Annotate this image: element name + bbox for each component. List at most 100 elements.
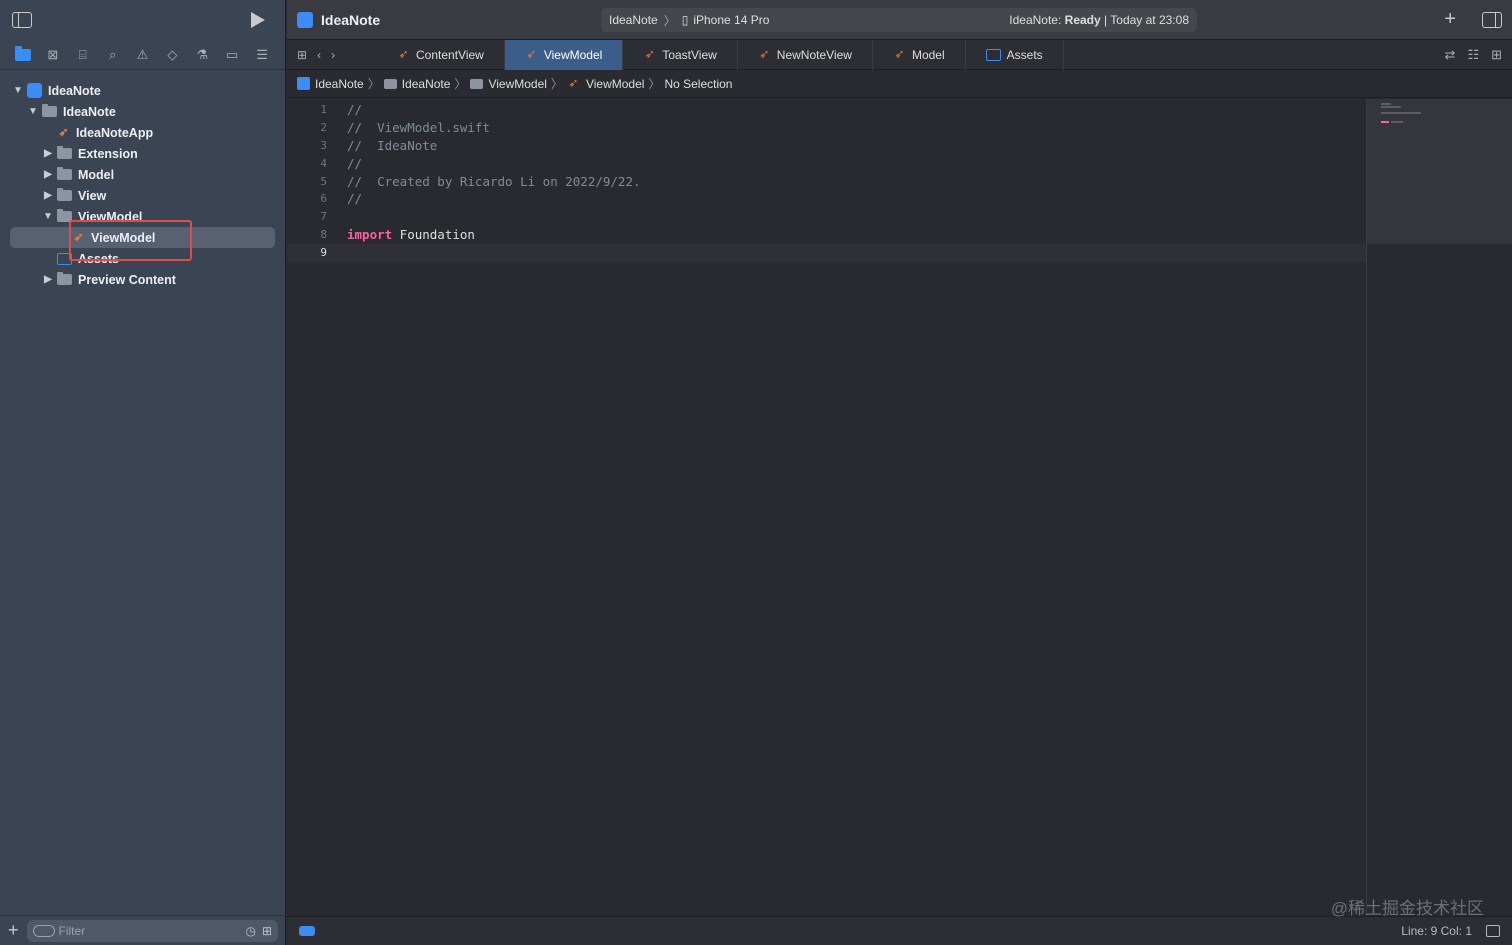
- cursor-position: Line: 9 Col: 1: [1401, 924, 1472, 938]
- folder-icon: [14, 45, 31, 61]
- swift-icon: ➶: [58, 125, 69, 139]
- project-navigator-tab[interactable]: [8, 44, 38, 66]
- tab-toastview[interactable]: ➶ ToastView: [623, 39, 738, 70]
- breadcrumb-project[interactable]: IdeaNote: [297, 77, 364, 91]
- swap-icon[interactable]: ⇄: [1445, 47, 1456, 63]
- line-number: 5: [320, 174, 327, 188]
- filter-icon: [32, 924, 55, 937]
- code-line: import Foundation: [347, 226, 1364, 244]
- tree-row[interactable]: ➶ IdeaNoteApp: [0, 122, 285, 143]
- breakpoint-navigator-tab[interactable]: ▭: [217, 44, 247, 66]
- add-editor-icon[interactable]: ⊞: [1491, 47, 1502, 63]
- grid-icon[interactable]: ⊞: [297, 48, 307, 62]
- tree-row[interactable]: ▼ ViewModel: [0, 206, 285, 227]
- chevron-right-icon: 〉: [454, 77, 467, 91]
- chevron-right-icon[interactable]: ▶: [42, 274, 54, 285]
- code-text[interactable]: // // ViewModel.swift // IdeaNote // // …: [347, 101, 1364, 262]
- chevron-down-icon[interactable]: ▼: [12, 85, 24, 96]
- folder-icon: [470, 78, 484, 89]
- breadcrumb-selection[interactable]: No Selection: [664, 77, 732, 91]
- watermark: @稀土掘金技术社区: [1330, 899, 1484, 918]
- line-number: 6: [320, 192, 327, 206]
- symbol-navigator-tab[interactable]: ⌸: [68, 44, 98, 66]
- source-editor[interactable]: 1 2 3 4 5 6 7 8 9 // // ViewModel.swift …: [287, 99, 1512, 916]
- xcode-window: ⊠ ⌸ ⌕ ⚠ ◇ ⚗ ▭ ☰ ▼ IdeaNote ▼ IdeaNote ➶: [0, 0, 1512, 945]
- scheme-device[interactable]: iPhone 14 Pro: [693, 13, 769, 27]
- hierarchy-icon: ⌸: [78, 46, 87, 62]
- tree-label: IdeaNote: [63, 104, 116, 119]
- chevron-right-icon[interactable]: ▶: [42, 190, 54, 201]
- folder-icon: [57, 167, 72, 180]
- swift-icon: ➶: [759, 47, 770, 61]
- source-control-tab[interactable]: ⊠: [38, 44, 68, 66]
- tree-row[interactable]: ▶ Preview Content: [0, 269, 285, 290]
- issue-navigator-tab[interactable]: ⚠: [128, 44, 158, 66]
- report-navigator-tab[interactable]: ☰: [247, 44, 277, 66]
- chevron-right-icon[interactable]: ▶: [42, 148, 54, 159]
- editor-area: IdeaNote IdeaNote 〉 ▯ iPhone 14 Pro Idea…: [287, 0, 1512, 945]
- folder-icon: [57, 146, 72, 159]
- swift-icon: ➶: [894, 47, 905, 61]
- panel-toggle-icon[interactable]: [1486, 925, 1500, 937]
- tree-label: Assets: [78, 251, 119, 266]
- tab-contentview[interactable]: ➶ ContentView: [377, 39, 505, 70]
- minimap[interactable]: [1366, 99, 1512, 916]
- debug-area-toggle-icon[interactable]: [299, 926, 315, 936]
- tab-label: Assets: [1006, 47, 1043, 62]
- run-button[interactable]: [251, 12, 265, 28]
- library-plus-icon[interactable]: +: [1444, 8, 1456, 31]
- minimap-line: [1381, 103, 1391, 105]
- scheme-activity-bar[interactable]: IdeaNote 〉 ▯ iPhone 14 Pro IdeaNote: Rea…: [601, 8, 1197, 32]
- folder-icon: [383, 78, 397, 89]
- tab-newnoteview[interactable]: ➶ NewNoteView: [738, 39, 873, 70]
- line-number: 2: [320, 120, 327, 134]
- project-icon: [297, 77, 310, 90]
- forward-icon[interactable]: ›: [331, 48, 335, 62]
- inspector-toggle-icon[interactable]: [1482, 11, 1502, 28]
- chevron-down-icon[interactable]: ▼: [27, 106, 39, 117]
- tree-row[interactable]: ▶ View: [0, 185, 285, 206]
- tree-row[interactable]: ▶ Extension: [0, 143, 285, 164]
- tab-label: Model: [911, 47, 945, 62]
- tab-label: ContentView: [416, 47, 484, 62]
- tree-label: ViewModel: [78, 209, 143, 224]
- sidebar-bottom-bar: + Filter ◷ ⊞: [0, 915, 286, 945]
- breadcrumb-file[interactable]: ➶ ViewModel: [567, 77, 644, 91]
- line-number: 8: [320, 228, 327, 242]
- breadcrumb-folder[interactable]: ViewModel: [470, 77, 547, 91]
- add-icon[interactable]: +: [8, 920, 19, 941]
- chevron-right-icon[interactable]: ▶: [42, 169, 54, 180]
- editor-options-icon[interactable]: ☷: [1467, 47, 1479, 63]
- scheme-target[interactable]: IdeaNote: [609, 13, 658, 27]
- back-icon[interactable]: ‹: [317, 48, 321, 62]
- line-number: 4: [320, 156, 327, 170]
- recent-files-icon[interactable]: ◷: [245, 924, 255, 938]
- line-number: 3: [320, 138, 327, 152]
- tree-row[interactable]: ▼ IdeaNote: [0, 80, 285, 101]
- tree-row[interactable]: ▼ IdeaNote: [0, 101, 285, 122]
- tab-viewmodel[interactable]: ➶ ViewModel: [504, 39, 624, 70]
- project-icon: [297, 11, 313, 28]
- breadcrumb-label: No Selection: [664, 76, 733, 91]
- code-line: // ViewModel.swift: [347, 119, 490, 135]
- tree-row[interactable]: ▶ Model: [0, 164, 285, 185]
- tab-assets[interactable]: Assets: [966, 39, 1064, 70]
- tab-model[interactable]: ➶ Model: [873, 39, 966, 70]
- tree-row[interactable]: Assets: [0, 248, 285, 269]
- tree-label: Model: [78, 167, 115, 182]
- status-prefix: IdeaNote:: [1009, 13, 1065, 27]
- tree-row-selected[interactable]: ➶ ViewModel: [0, 227, 285, 248]
- minimap-line: [1381, 112, 1421, 114]
- code-line: // Created by Ricardo Li on 2022/9/22.: [347, 173, 641, 189]
- breadcrumb-folder[interactable]: IdeaNote: [383, 77, 450, 91]
- sidebar-toggle-icon[interactable]: [12, 12, 32, 28]
- filter-field[interactable]: Filter ◷ ⊞: [26, 919, 278, 942]
- spray-icon: ⚗: [196, 46, 209, 62]
- find-navigator-tab[interactable]: ⌕: [98, 44, 128, 66]
- test-navigator-tab[interactable]: ◇: [157, 44, 187, 66]
- minimap-line: [1381, 121, 1389, 123]
- debug-navigator-tab[interactable]: ⚗: [187, 44, 217, 66]
- chevron-down-icon[interactable]: ▼: [42, 211, 54, 222]
- source-control-filter-icon[interactable]: ⊞: [262, 924, 272, 938]
